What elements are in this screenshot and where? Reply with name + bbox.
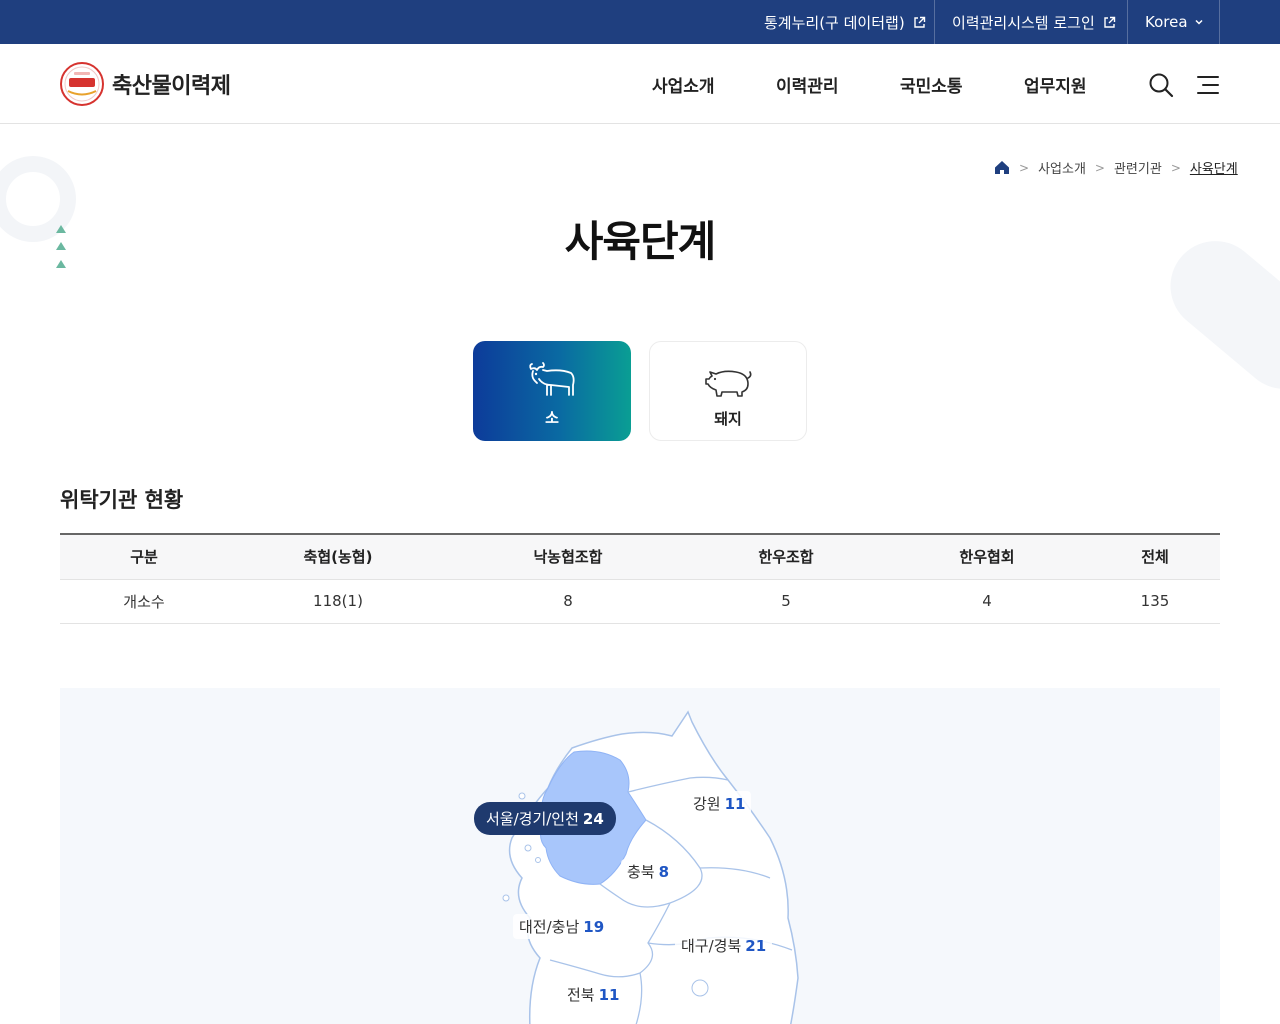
table-cell: 개소수 [60,579,228,624]
region-map-panel: 서울/경기/인천 24 강원 11 충북 8 대전/충남 19 대구/경북 21 전북 11 [60,688,1220,1024]
traceability-logo-icon[interactable] [60,62,104,106]
language-selector[interactable]: Korea [1145,0,1204,44]
region-count: 19 [583,918,605,936]
column-header: 축협(농협) [228,533,448,580]
breadcrumb-separator-icon: > [1019,160,1030,175]
pig-icon [705,370,752,397]
topbar-divider [1127,0,1128,44]
column-header: 한우협회 [884,533,1090,580]
chevron-down-icon [1195,19,1203,25]
region-daejeon-chungnam[interactable]: 대전/충남 19 [513,914,611,939]
external-link-icon [913,16,925,28]
menu-icon[interactable] [1195,72,1221,98]
region-jeonbuk[interactable]: 전북 11 [561,982,626,1007]
tab-cattle-label: 소 [545,409,559,427]
cow-icon [529,362,575,396]
entrusted-agency-table: 구분 축협(농협) 낙농협조합 한우조합 한우협회 전체 개소수 118(1) … [60,533,1220,624]
region-name: 대전/충남 [519,918,580,936]
breadcrumb-current[interactable]: 사육단계 [1190,158,1238,177]
column-header: 구분 [60,533,228,580]
stats-portal-link[interactable]: 통계누리(구 데이터랩) [764,0,926,44]
column-header: 전체 [1090,533,1220,580]
table-cell: 118(1) [228,579,448,624]
region-count: 11 [598,986,620,1004]
site-brand[interactable]: 축산물이력제 [112,68,231,100]
region-count: 11 [724,795,746,813]
table-cell: 8 [448,579,688,624]
table-cell: 5 [688,579,884,624]
column-header: 한우조합 [688,533,884,580]
tab-cattle[interactable]: 소 [473,341,631,441]
breadcrumb-item[interactable]: 사업소개 [1038,158,1086,177]
topbar-divider [1219,0,1220,44]
region-count: 21 [745,937,767,955]
region-name: 대구/경북 [681,937,742,955]
language-label: Korea [1145,13,1188,31]
region-gangwon[interactable]: 강원 11 [687,791,752,816]
system-login-link[interactable]: 이력관리시스템 로그인 [952,0,1116,44]
nav-trace-management[interactable]: 이력관리 [776,72,839,97]
korea-map [502,710,799,1024]
island [524,844,532,852]
column-header: 낙농협조합 [448,533,688,580]
section-title: 위탁기관 현황 [60,488,184,512]
tab-pig[interactable]: 돼지 [649,341,807,441]
island [502,894,510,902]
nav-public-communication[interactable]: 국민소통 [900,72,963,97]
topbar-divider [934,0,935,44]
table-header-row: 구분 축협(농협) 낙농협조합 한우조합 한우협회 전체 [60,533,1220,580]
region-name: 전북 [567,986,595,1004]
system-login-label: 이력관리시스템 로그인 [952,13,1095,32]
breadcrumb-separator-icon: > [1170,160,1181,175]
page-title: 사육단계 [564,217,717,266]
region-name: 강원 [693,795,721,813]
breadcrumb: > 사업소개 > 관련기관 > 사육단계 [994,158,1238,177]
table-cell: 4 [884,579,1090,624]
region-name: 충북 [627,863,655,881]
region-name: 서울/경기/인천 [486,810,579,828]
island [691,979,709,997]
island [518,792,526,800]
search-icon[interactable] [1148,72,1174,98]
table-row: 개소수 118(1) 8 5 4 135 [60,579,1220,624]
region-count: 8 [658,863,670,881]
nav-work-support[interactable]: 업무지원 [1024,72,1087,97]
breadcrumb-item[interactable]: 관련기관 [1114,158,1162,177]
island [535,857,541,863]
table-cell: 135 [1090,579,1220,624]
stats-portal-label: 통계누리(구 데이터랩) [764,13,905,32]
top-utility-bar: 통계누리(구 데이터랩) 이력관리시스템 로그인 Korea [0,0,1280,44]
region-count: 24 [582,810,604,828]
region-seoul-gyeonggi-incheon[interactable]: 서울/경기/인천 24 [474,802,616,835]
region-daegu-gyeongbuk[interactable]: 대구/경북 21 [675,933,773,958]
nav-business-intro[interactable]: 사업소개 [652,72,715,97]
home-icon[interactable] [994,160,1010,175]
external-link-icon [1104,16,1115,28]
tab-pig-label: 돼지 [714,410,742,428]
region-chungbuk[interactable]: 충북 8 [621,859,676,884]
site-header: 축산물이력제 사업소개 이력관리 국민소통 업무지원 [0,44,1280,124]
breadcrumb-separator-icon: > [1094,160,1105,175]
